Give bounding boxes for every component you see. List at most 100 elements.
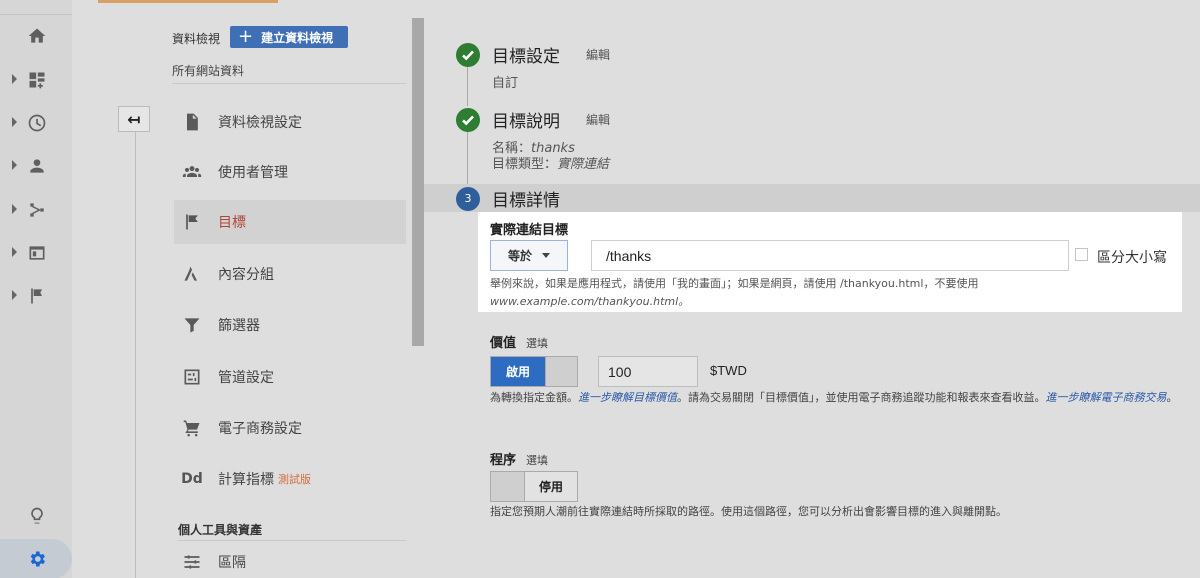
scrollbar[interactable] bbox=[412, 18, 424, 346]
content-group-icon bbox=[184, 266, 197, 281]
expand-caret-icon bbox=[12, 290, 17, 300]
match-type-value: 等於 bbox=[507, 249, 532, 263]
filter-icon bbox=[184, 318, 200, 333]
left-nav-rail bbox=[0, 0, 72, 578]
learn-ecommerce-link[interactable]: 進一步瞭解電子商務交易 bbox=[1046, 391, 1167, 404]
behavior-icon bbox=[29, 246, 45, 260]
section-heading: 個人工具與資產 bbox=[178, 523, 263, 537]
value-section-label: 價值 選填 bbox=[490, 332, 548, 351]
toggle-knob bbox=[491, 472, 525, 501]
flag-icon bbox=[186, 214, 198, 230]
view-label: 資料檢視 bbox=[172, 32, 221, 46]
divider bbox=[172, 83, 406, 84]
rail-realtime[interactable] bbox=[0, 103, 72, 143]
currency-label: $TWD bbox=[710, 363, 747, 378]
optional-label: 選填 bbox=[526, 337, 549, 350]
case-sensitive-checkbox[interactable] bbox=[1075, 248, 1088, 261]
view-column: 資料檢視 + 建立資料檢視 所有網站資料 ↤ 資料檢視設定 使用者管理 目標 內… bbox=[98, 0, 424, 578]
menu-item-goals[interactable]: 目標 bbox=[174, 200, 406, 244]
column-guide-line bbox=[135, 132, 136, 578]
funnel-section-label: 程序 選填 bbox=[490, 449, 548, 468]
menu-item-label: 區隔 bbox=[218, 555, 246, 571]
menu-item-user-management[interactable]: 使用者管理 bbox=[174, 150, 406, 194]
menu-item-label: 篩選器 bbox=[218, 318, 260, 334]
help-text: 。請為交易關閉「目標價值」，並使用電子商務追蹤功能和報表來查看收益。 bbox=[677, 391, 1046, 404]
menu-item-label: 資料檢視設定 bbox=[218, 115, 302, 131]
channel-icon bbox=[184, 369, 200, 385]
edit-link[interactable]: 編輯 bbox=[586, 46, 610, 63]
rail-acquisition[interactable] bbox=[0, 190, 72, 230]
step-title: 目標詳情 bbox=[492, 191, 560, 211]
funnel-label: 程序 bbox=[490, 453, 517, 468]
menu-item-label: 內容分組 bbox=[218, 267, 274, 283]
goal-type-summary: 目標類型：實際連結 bbox=[492, 153, 609, 172]
type-label: 目標類型： bbox=[492, 157, 558, 172]
rail-conversions[interactable] bbox=[0, 276, 72, 316]
expand-caret-icon bbox=[12, 160, 17, 170]
menu-item-label: 目標 bbox=[218, 215, 246, 231]
gear-icon bbox=[30, 551, 45, 567]
acquisition-icon bbox=[30, 203, 44, 217]
lightbulb-icon bbox=[31, 507, 43, 524]
destination-help-example: www.example.com/thankyou.html。 bbox=[490, 295, 690, 308]
funnel-toggle[interactable]: 停用 bbox=[490, 471, 578, 502]
rail-customization[interactable] bbox=[0, 60, 72, 100]
destination-title: 實際連結目標 bbox=[490, 223, 569, 238]
rail-audience[interactable] bbox=[0, 146, 72, 186]
dd-icon: Dd bbox=[181, 471, 203, 487]
rail-discover[interactable] bbox=[0, 496, 72, 536]
step-connector bbox=[467, 66, 468, 106]
edit-link[interactable]: 編輯 bbox=[586, 111, 610, 128]
help-text: 為轉換指定金額。 bbox=[490, 391, 578, 404]
match-type-dropdown[interactable]: 等於 bbox=[490, 240, 568, 271]
expand-caret-icon bbox=[12, 117, 17, 127]
step-title: 目標設定 bbox=[492, 47, 560, 67]
toggle-on-label: 啟用 bbox=[491, 357, 545, 386]
rail-home[interactable] bbox=[0, 16, 72, 56]
check-icon bbox=[456, 42, 480, 67]
type-value: 實際連結 bbox=[557, 157, 610, 172]
menu-item-filters[interactable]: 篩選器 bbox=[174, 303, 406, 347]
expand-caret-icon bbox=[12, 204, 17, 214]
menu-item-view-settings[interactable]: 資料檢視設定 bbox=[174, 100, 406, 144]
toggle-off-label: 停用 bbox=[525, 472, 577, 501]
learn-goal-value-link[interactable]: 進一步瞭解目標價值 bbox=[578, 391, 677, 404]
menu-item-ecommerce-settings[interactable]: 電子商務設定 bbox=[174, 406, 406, 450]
dashboard-icon bbox=[29, 72, 45, 89]
beta-badge: 測試版 bbox=[278, 473, 311, 486]
toggle-knob bbox=[545, 357, 577, 386]
value-toggle[interactable]: 啟用 bbox=[490, 356, 578, 387]
value-help-text: 為轉換指定金額。進一步瞭解目標價值。請為交易關閉「目標價值」，並使用電子商務追蹤… bbox=[490, 389, 1190, 407]
rail-admin[interactable] bbox=[0, 539, 72, 578]
menu-item-label: 使用者管理 bbox=[218, 165, 288, 181]
back-button[interactable]: ↤ bbox=[118, 106, 150, 132]
create-view-button[interactable]: + 建立資料檢視 bbox=[230, 26, 348, 48]
rail-divider bbox=[0, 14, 72, 15]
step-number: 3 bbox=[456, 186, 480, 211]
rail-behavior[interactable] bbox=[0, 233, 72, 273]
cart-icon bbox=[183, 420, 200, 437]
menu-item-label: 計算指標 bbox=[218, 472, 274, 488]
check-icon bbox=[456, 107, 480, 132]
segment-icon bbox=[184, 555, 200, 569]
create-view-label: 建立資料檢視 bbox=[261, 30, 334, 45]
menu-item-segments[interactable]: 區隔 bbox=[174, 540, 406, 578]
view-selector[interactable]: 所有網站資料 bbox=[172, 62, 244, 79]
clock-icon bbox=[28, 114, 46, 132]
menu-item-content-grouping[interactable]: 內容分組 bbox=[174, 252, 406, 296]
expand-caret-icon bbox=[12, 74, 17, 84]
goal-value-input[interactable]: 100 bbox=[598, 356, 698, 387]
step-summary: 自訂 bbox=[492, 76, 519, 91]
flag-icon bbox=[31, 288, 42, 304]
menu-item-channel-settings[interactable]: 管道設定 bbox=[174, 355, 406, 399]
home-icon bbox=[28, 28, 46, 43]
step-title: 目標說明 bbox=[492, 112, 560, 132]
destination-url-input[interactable]: /thanks bbox=[591, 240, 1069, 271]
document-icon bbox=[187, 113, 198, 131]
menu-item-label: 管道設定 bbox=[218, 370, 274, 386]
menu-item-calculated-metrics[interactable]: Dd 計算指標 測試版 bbox=[174, 457, 406, 501]
step-goal-description: 目標說明 編輯 bbox=[456, 107, 610, 132]
value-label: 價值 bbox=[490, 336, 517, 351]
optional-label: 選填 bbox=[526, 454, 549, 467]
step-goal-details: 3 目標詳情 bbox=[456, 186, 560, 211]
